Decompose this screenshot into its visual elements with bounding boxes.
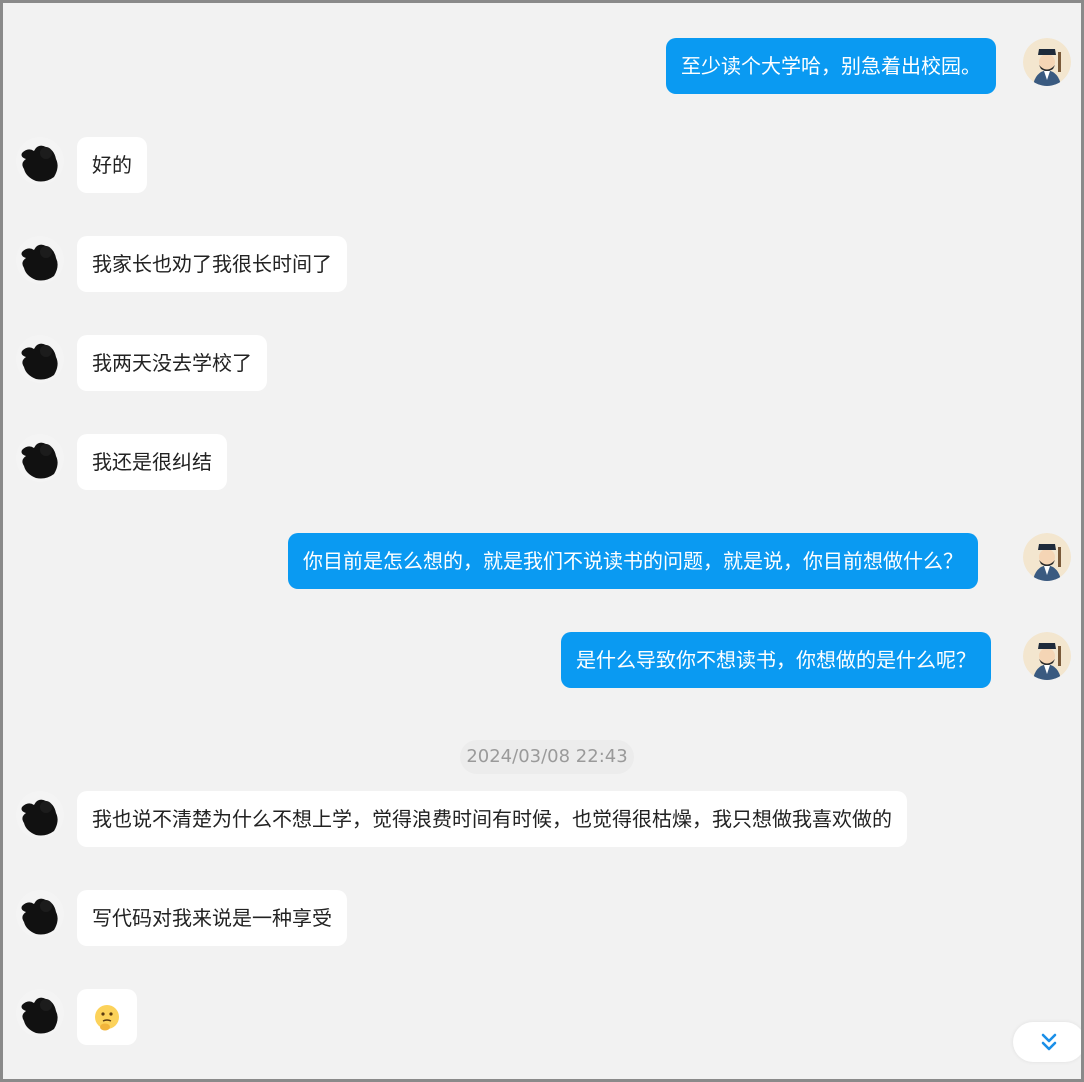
incoming-emoji-message[interactable] bbox=[77, 989, 137, 1045]
incoming-message[interactable]: 我也说不清楚为什么不想上学，觉得浪费时间有时候，也觉得很枯燥，我只想做我喜欢做的 bbox=[77, 791, 907, 847]
incoming-message[interactable]: 我还是很纠结 bbox=[77, 434, 227, 490]
silhouette-avatar-icon bbox=[16, 791, 64, 839]
scholar-avatar-icon bbox=[1023, 533, 1071, 581]
silhouette-avatar-icon bbox=[16, 236, 64, 284]
user-avatar[interactable] bbox=[16, 890, 64, 938]
silhouette-avatar-icon bbox=[16, 335, 64, 383]
silhouette-avatar-icon bbox=[16, 890, 64, 938]
counselor-avatar[interactable] bbox=[1023, 38, 1071, 86]
outgoing-message[interactable]: 至少读个大学哈，别急着出校园。 bbox=[666, 38, 996, 94]
user-avatar[interactable] bbox=[16, 989, 64, 1037]
message-timestamp: 2024/03/08 22:43 bbox=[460, 740, 634, 774]
user-avatar[interactable] bbox=[16, 791, 64, 839]
double-chevron-down-icon bbox=[1041, 1033, 1057, 1051]
user-avatar[interactable] bbox=[16, 335, 64, 383]
outgoing-message[interactable]: 是什么导致你不想读书，你想做的是什么呢？ bbox=[561, 632, 991, 688]
scholar-avatar-icon bbox=[1023, 38, 1071, 86]
user-avatar[interactable] bbox=[16, 434, 64, 482]
outgoing-message[interactable]: 你目前是怎么想的，就是我们不说读书的问题，就是说，你目前想做什么？ bbox=[288, 533, 978, 589]
user-avatar[interactable] bbox=[16, 236, 64, 284]
incoming-message[interactable]: 我两天没去学校了 bbox=[77, 335, 267, 391]
silhouette-avatar-icon bbox=[16, 137, 64, 185]
counselor-avatar[interactable] bbox=[1023, 632, 1071, 680]
scholar-avatar-icon bbox=[1023, 632, 1071, 680]
scroll-to-bottom-button[interactable] bbox=[1013, 1022, 1081, 1062]
incoming-message[interactable]: 好的 bbox=[77, 137, 147, 193]
user-avatar[interactable] bbox=[16, 137, 64, 185]
chat-window: 至少读个大学哈，别急着出校园。 好的 我家长也劝了我很长时间了 我两天没去学校了 bbox=[0, 0, 1084, 1082]
incoming-message[interactable]: 写代码对我来说是一种享受 bbox=[77, 890, 347, 946]
thinking-face-emoji-icon bbox=[95, 1005, 119, 1031]
counselor-avatar[interactable] bbox=[1023, 533, 1071, 581]
silhouette-avatar-icon bbox=[16, 434, 64, 482]
incoming-message[interactable]: 我家长也劝了我很长时间了 bbox=[77, 236, 347, 292]
silhouette-avatar-icon bbox=[16, 989, 64, 1037]
